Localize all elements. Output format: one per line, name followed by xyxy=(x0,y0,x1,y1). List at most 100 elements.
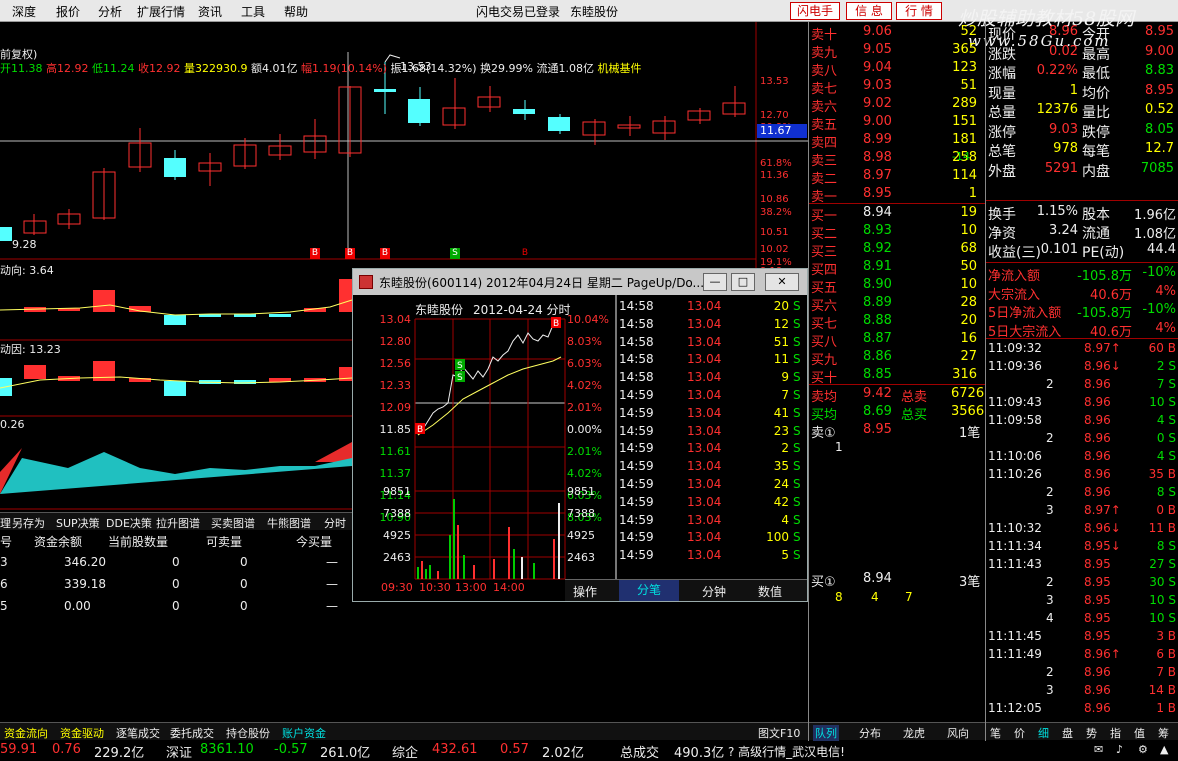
right-tab[interactable]: 笔 xyxy=(990,725,1001,741)
right-tab[interactable]: 价 xyxy=(1014,725,1025,741)
popup-vol-label: 9851 xyxy=(383,485,411,498)
tick-volume: 2 S xyxy=(1156,359,1176,373)
tab-tick[interactable]: 分笔 xyxy=(619,580,679,601)
sell-level-volume: 151 xyxy=(952,114,977,129)
trade-price: 13.04 xyxy=(687,405,722,420)
buy-avg-price: 8.69 xyxy=(863,404,892,419)
sell-level-row: 卖二 8.97 114 xyxy=(811,168,985,187)
network-icon[interactable]: ▲ xyxy=(1160,743,1168,756)
tab-save-as[interactable]: 另存为 xyxy=(12,515,45,531)
info-button[interactable]: 信 息 xyxy=(846,2,892,20)
sector[interactable]: 机械基件 xyxy=(598,62,642,75)
tab-account-funds[interactable]: 账户资金 xyxy=(282,725,326,741)
tab-positions[interactable]: 持仓股份 xyxy=(226,725,270,741)
popup-titlebar[interactable]: 东睦股份(600114) 2012年04月24日 星期二 PageUp/Do..… xyxy=(353,269,807,295)
tab-tick-trades[interactable]: 逐笔成交 xyxy=(116,725,160,741)
maximize-icon[interactable]: □ xyxy=(731,273,755,291)
stat-value: 5291 xyxy=(1044,160,1078,176)
sz-label[interactable]: 深证 xyxy=(166,742,192,761)
close-icon[interactable]: ✕ xyxy=(765,273,799,291)
right-tab[interactable]: 筹 xyxy=(1158,725,1169,741)
tick-time: 11:09:32 xyxy=(988,341,1042,355)
news-ticker[interactable]: ? 高级行情_武汉电信! xyxy=(728,743,845,760)
tick-price: 8.96 xyxy=(1084,701,1111,715)
tick-price: 8.96 xyxy=(1084,449,1111,463)
menu-help[interactable]: 帮助 xyxy=(284,3,308,20)
tab-value[interactable]: 数值 xyxy=(745,583,795,600)
tab-money-flow[interactable]: 资金流向 xyxy=(4,725,48,741)
account-cell: 5 xyxy=(0,599,8,613)
menu-analysis[interactable]: 分析 xyxy=(98,3,122,20)
right-tab[interactable]: 指 xyxy=(1110,725,1121,741)
quote-button[interactable]: 行 情 xyxy=(896,2,942,20)
flow-label: 净流入额 xyxy=(988,269,1041,284)
stat-value: 8.95 xyxy=(1145,24,1174,39)
turnover: 换29.99% xyxy=(480,62,534,75)
stat-value: 8.83 xyxy=(1145,63,1174,78)
settings-icon[interactable]: ⚙ xyxy=(1138,743,1148,756)
stat-value: 1 xyxy=(1069,82,1078,98)
flow-value: -105.8万 xyxy=(1077,306,1132,321)
sell-level-row: 卖八 9.04 123 xyxy=(811,60,985,79)
buy-level-price: 8.88 xyxy=(863,313,892,328)
stat-value: 8.05 xyxy=(1145,121,1174,137)
col-header: 号 xyxy=(0,535,13,549)
sell-level-label: 卖九 xyxy=(811,46,838,61)
tab-lift[interactable]: 拉升图谱 xyxy=(156,515,200,531)
mid-tabs: 队列 分布 龙虎 风向 xyxy=(809,722,985,741)
sell-avg-label: 卖均 xyxy=(811,390,838,405)
tab-money-drive[interactable]: 资金驱动 xyxy=(60,725,104,741)
tab-timeshare[interactable]: 分时 xyxy=(324,515,346,531)
price-axis-label: 13.53 xyxy=(760,76,789,87)
tab-queue[interactable]: 队列 xyxy=(813,725,839,741)
tab-sup[interactable]: SUP决策 xyxy=(56,515,100,531)
popup-price-label: 12.33 xyxy=(379,379,412,392)
right-tab[interactable]: 细 xyxy=(1038,725,1049,741)
right-tab[interactable]: 势 xyxy=(1086,725,1097,741)
tick-time: 2 xyxy=(1046,575,1054,589)
mail-icon[interactable]: ✉ xyxy=(1094,743,1103,756)
tab-bull-bear[interactable]: 牛熊图谱 xyxy=(267,515,311,531)
tab-li[interactable]: 理 xyxy=(0,515,11,531)
tab-dragon-tiger[interactable]: 龙虎 xyxy=(903,725,925,741)
tab-wind[interactable]: 风向 xyxy=(947,725,969,741)
popup-tabs: 操作 分笔 分钟 数值 xyxy=(565,579,807,601)
tab-distribution[interactable]: 分布 xyxy=(859,725,881,741)
account-cell: 0 xyxy=(172,577,180,591)
trade-list: 14:58 13.04 20 S 14:58 13.04 12 S 14:58 13.04 51 S 1… xyxy=(619,299,809,575)
tick-time: 11:09:58 xyxy=(988,413,1042,427)
tab-minute[interactable]: 分钟 xyxy=(689,583,739,600)
sell-level-row: 卖六 9.02 289 xyxy=(811,96,985,115)
flash-trade-button[interactable]: 闪电手 xyxy=(790,2,840,20)
minimize-icon[interactable]: — xyxy=(703,273,727,291)
right-tab[interactable]: 盘 xyxy=(1062,725,1073,741)
op-button[interactable]: 操作 xyxy=(573,583,597,600)
stat-label: 每笔 xyxy=(1082,144,1110,160)
tab-orders[interactable]: 委托成交 xyxy=(170,725,214,741)
trade-volume: 4 xyxy=(781,512,789,527)
trade-row: 14:59 13.04 41 S xyxy=(619,406,809,424)
left-bottom-tabs: 资金流向 资金驱动 逐笔成交 委托成交 持仓股份 账户资金 图文F10 xyxy=(0,722,808,740)
menu-depth[interactable]: 深度 xyxy=(12,3,36,20)
tick-time: 2 xyxy=(1046,377,1054,391)
tick-time: 3 xyxy=(1046,683,1054,697)
trade-side: S xyxy=(793,388,801,402)
trade-row: 14:59 13.04 7 S xyxy=(619,388,809,406)
menu-quote[interactable]: 报价 xyxy=(56,3,80,20)
menu-news[interactable]: 资讯 xyxy=(198,3,222,20)
popup-price-label: 11.37 xyxy=(379,467,412,480)
sound-icon[interactable]: ♪ xyxy=(1116,743,1123,756)
tick-volume: 7 B xyxy=(1156,665,1176,679)
order-book: 卖十 9.06 52 卖九 9.05 365 卖八 9.04 123 卖七 9.03 51 卖六 9.02… xyxy=(808,22,986,742)
zq-label[interactable]: 综企 xyxy=(392,742,418,761)
f10-button[interactable]: 图文F10 xyxy=(758,725,800,741)
tab-trade-map[interactable]: 买卖图谱 xyxy=(211,515,255,531)
flow-pct: -10% xyxy=(1142,265,1176,280)
menu-ext-quote[interactable]: 扩展行情 xyxy=(137,3,185,20)
right-tab[interactable]: 值 xyxy=(1134,725,1145,741)
sell-level-price: 9.04 xyxy=(863,60,892,75)
sell-level-row: 卖九 9.05 365 xyxy=(811,42,985,61)
float-shares: 流通1.08亿 xyxy=(536,62,595,75)
tab-dde[interactable]: DDE决策 xyxy=(106,515,152,531)
menu-tools[interactable]: 工具 xyxy=(241,3,265,20)
